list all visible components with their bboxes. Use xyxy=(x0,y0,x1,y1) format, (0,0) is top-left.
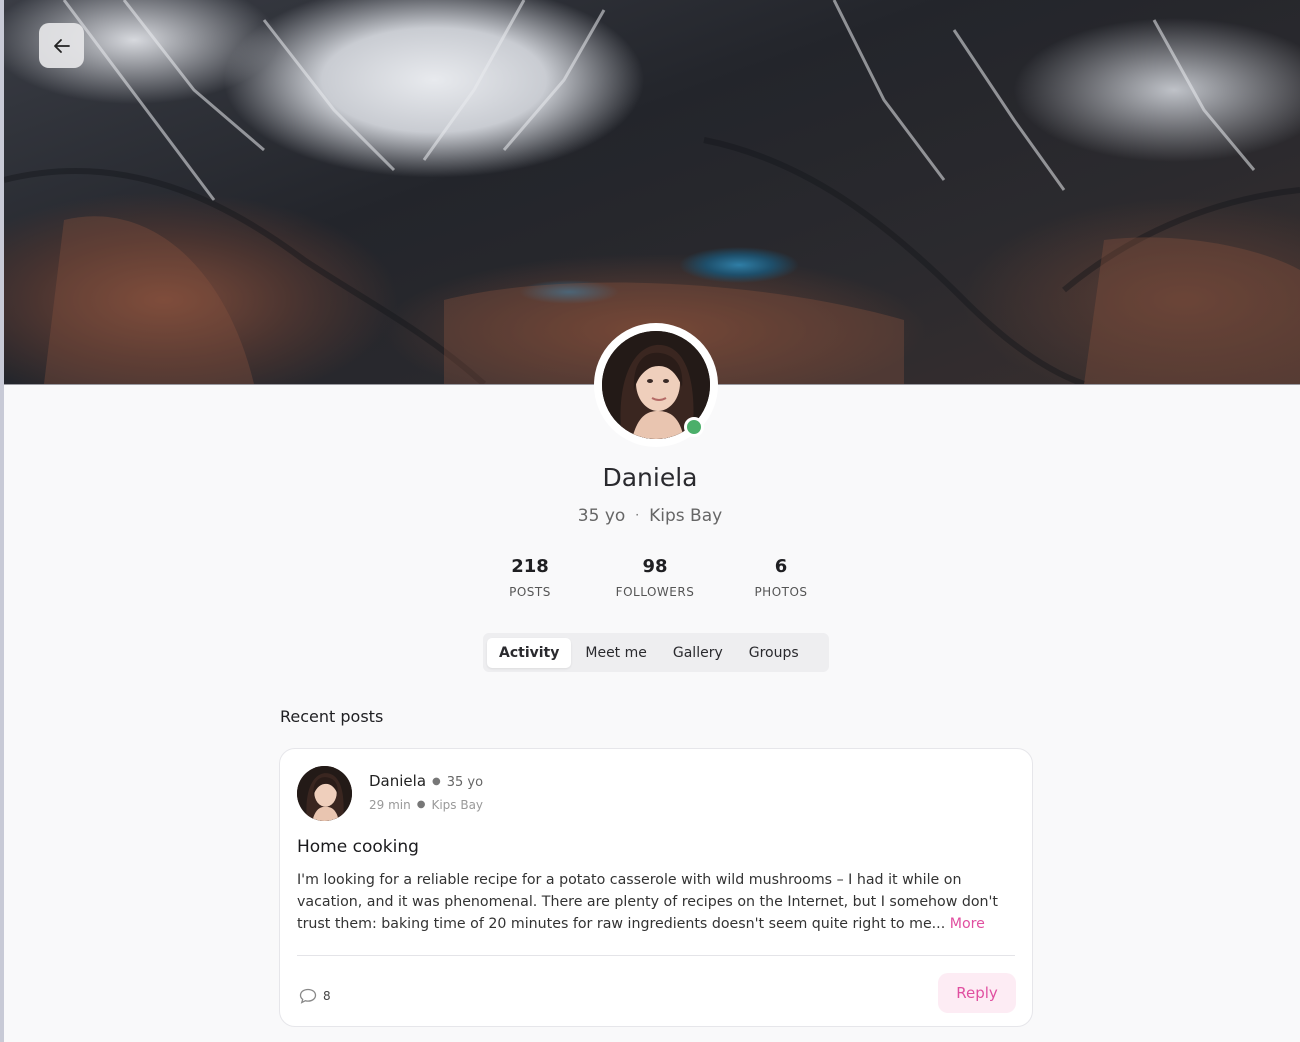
comment-count: 8 xyxy=(323,989,331,1003)
profile-age: 35 yo xyxy=(577,506,626,526)
tab-meet-me[interactable]: Meet me xyxy=(573,638,659,668)
post-card: Daniela ● 35 yo 29 min ● Kips Bay Home cooki… xyxy=(279,748,1033,1027)
stat-value: 98 xyxy=(642,556,668,577)
stat-value: 6 xyxy=(774,556,788,577)
reply-button[interactable]: Reply xyxy=(938,973,1016,1013)
section-title: Recent posts xyxy=(280,707,384,726)
post-author-avatar[interactable] xyxy=(297,766,352,821)
tab-activity[interactable]: Activity xyxy=(487,637,572,668)
more-link[interactable]: More xyxy=(950,916,985,932)
back-button[interactable] xyxy=(39,23,84,68)
avatar-portrait xyxy=(297,766,352,821)
stat-followers[interactable]: 98 FOLLOWERS xyxy=(590,556,720,599)
speech-bubble-icon xyxy=(299,988,317,1004)
online-status-dot xyxy=(684,417,704,437)
post-time: 29 min xyxy=(369,798,411,812)
meta-separator: · xyxy=(635,508,640,522)
post-author-line: Daniela ● 35 yo xyxy=(369,772,483,790)
post-body: I'm looking for a reliable recipe for a … xyxy=(297,869,1017,935)
post-author-age: 35 yo xyxy=(446,775,484,790)
profile-location: Kips Bay xyxy=(649,506,723,526)
stat-label: FOLLOWERS xyxy=(615,585,695,599)
comments-count[interactable]: 8 xyxy=(299,988,331,1004)
stat-label: PHOTOS xyxy=(754,585,808,599)
stat-photos[interactable]: 6 PHOTOS xyxy=(716,556,846,599)
divider xyxy=(297,955,1015,956)
profile-meta: 35 yo · Kips Bay xyxy=(0,506,1300,526)
post-subline: 29 min ● Kips Bay xyxy=(369,798,483,812)
profile-tabs: Activity Meet me Gallery Groups xyxy=(483,633,829,672)
dot-separator: ● xyxy=(432,776,441,787)
post-body-text: I'm looking for a reliable recipe for a … xyxy=(297,872,998,932)
tab-gallery[interactable]: Gallery xyxy=(661,638,735,668)
stat-posts[interactable]: 218 POSTS xyxy=(465,556,595,599)
post-author-name[interactable]: Daniela xyxy=(369,772,426,790)
profile-name: Daniela xyxy=(602,463,698,492)
stat-label: POSTS xyxy=(509,585,551,599)
post-title: Home cooking xyxy=(297,837,419,857)
dot-separator: ● xyxy=(416,799,426,810)
arrow-left-icon xyxy=(53,38,70,53)
tab-groups[interactable]: Groups xyxy=(737,638,811,668)
stat-value: 218 xyxy=(511,556,549,577)
post-location: Kips Bay xyxy=(431,798,484,812)
